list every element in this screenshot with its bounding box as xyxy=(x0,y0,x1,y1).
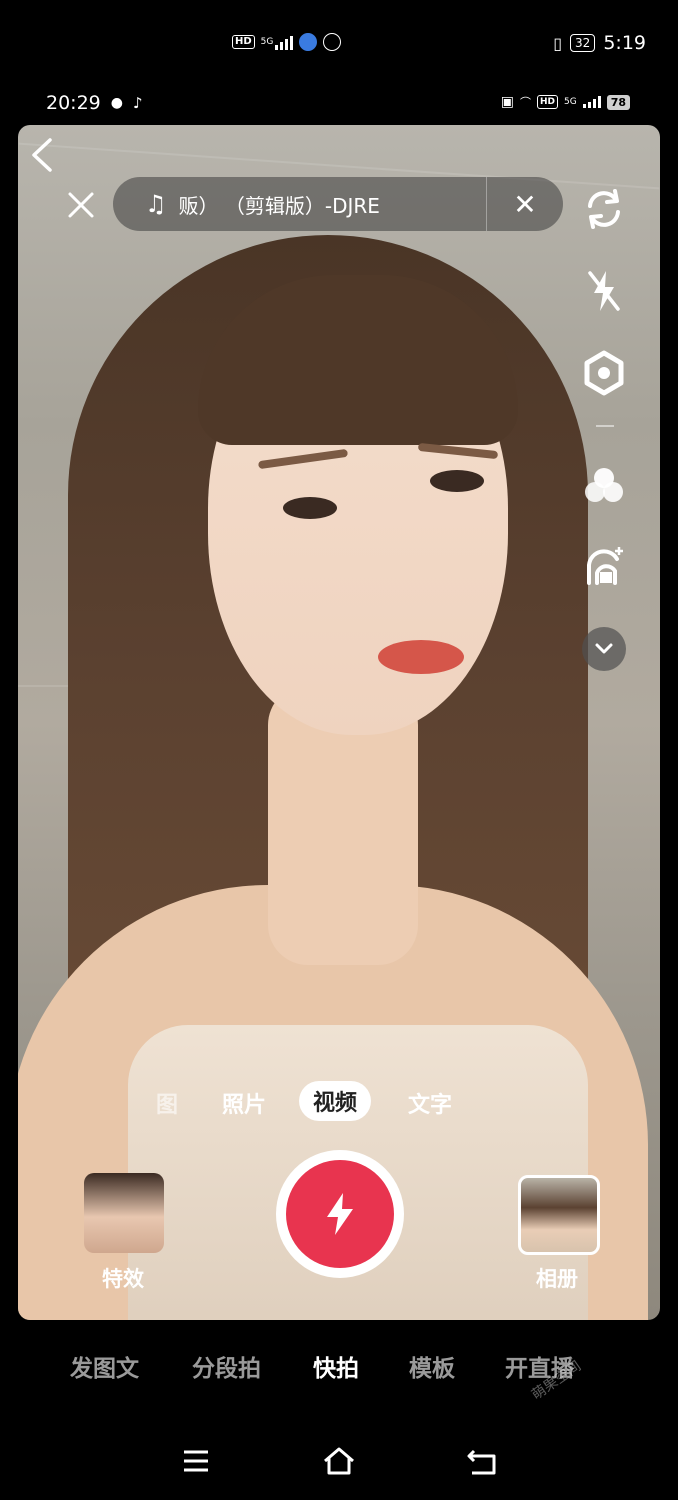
filter-button[interactable] xyxy=(578,460,630,512)
tab-item-active[interactable]: 快拍 xyxy=(313,1349,359,1383)
chat-icon: ● xyxy=(110,95,123,111)
flash-toggle-button[interactable] xyxy=(578,265,630,317)
mode-item-active[interactable]: 视频 xyxy=(299,1081,372,1121)
face-icon xyxy=(323,33,342,51)
music-selector[interactable]: ♫ 贩） （剪辑版）-DJRE ✕ xyxy=(113,177,563,231)
tab-item[interactable]: 模板 xyxy=(409,1349,455,1383)
inner-signal-icon xyxy=(582,96,601,108)
inner-hd-badge: HD xyxy=(536,95,558,109)
music-note-icon: ♫ xyxy=(145,190,167,218)
inner-status-left: 20:29 ● ♪ xyxy=(46,92,143,114)
outer-status-right-group: ▯ 32 5:19 xyxy=(553,32,646,54)
system-nav-bar xyxy=(0,1430,678,1490)
flash-off-icon xyxy=(588,271,620,311)
filter-icon xyxy=(585,468,623,502)
shutter-button[interactable] xyxy=(286,1160,394,1268)
mode-item[interactable]: 照片 xyxy=(222,1087,266,1119)
album-thumbnail[interactable] xyxy=(518,1175,600,1255)
back-nav-icon[interactable] xyxy=(466,1448,498,1476)
beauty-icon xyxy=(587,547,623,585)
network-label: 5G xyxy=(260,37,274,47)
more-tools-button[interactable] xyxy=(578,623,630,675)
inner-battery-indicator: 78 xyxy=(606,94,630,110)
music-title: 贩） （剪辑版）-DJRE xyxy=(178,193,380,218)
mode-item[interactable]: 图 xyxy=(156,1087,178,1119)
tool-divider xyxy=(596,425,614,427)
settings-icon xyxy=(584,350,624,396)
signal-icon xyxy=(275,34,294,50)
remove-music-button[interactable]: ✕ xyxy=(487,188,563,221)
outer-status-bar: HD 5G ▯ 32 5:19 xyxy=(0,0,678,80)
inner-status-right: ▣ ⌒ HD 5G 78 xyxy=(501,94,630,110)
beauty-button[interactable] xyxy=(578,540,630,592)
camera-preview[interactable]: ♫ 贩） （剪辑版）-DJRE ✕ 图 照片 视频 文字 特效 相册 xyxy=(18,125,660,1320)
app-notification-icon xyxy=(299,33,318,51)
flip-camera-button[interactable] xyxy=(578,183,630,235)
inner-clock: 20:29 xyxy=(46,92,101,114)
effects-label[interactable]: 特效 xyxy=(78,1263,168,1293)
hd-badge: HD xyxy=(232,35,255,49)
tiktok-icon: ♪ xyxy=(132,94,143,112)
battery-indicator: 32 xyxy=(570,34,596,52)
subject-eye-right xyxy=(430,470,484,492)
menu-icon[interactable] xyxy=(182,1448,210,1474)
flip-camera-icon xyxy=(588,189,620,229)
mode-strip: 图 照片 视频 文字 xyxy=(18,1081,660,1123)
wifi-icon: ⌒ xyxy=(519,96,531,109)
outer-status-left-group: HD 5G xyxy=(232,33,342,51)
back-icon[interactable] xyxy=(28,137,58,173)
subject-lips xyxy=(378,640,464,674)
settings-button[interactable] xyxy=(578,347,630,399)
mode-item[interactable]: 文字 xyxy=(408,1087,452,1119)
home-icon[interactable] xyxy=(322,1446,356,1476)
camera-notify-icon: ▣ xyxy=(500,94,514,110)
lightning-icon xyxy=(327,1193,353,1235)
clock: 5:19 xyxy=(603,32,646,54)
close-icon[interactable] xyxy=(66,190,96,220)
chevron-down-icon xyxy=(582,627,626,671)
vibrate-icon: ▯ xyxy=(553,33,563,53)
tab-item[interactable]: 发图文 xyxy=(70,1349,139,1383)
tab-item[interactable]: 分段拍 xyxy=(192,1349,261,1383)
subject-eye-left xyxy=(283,497,337,519)
inner-network-label: 5G xyxy=(563,97,577,107)
album-label[interactable]: 相册 xyxy=(512,1263,602,1293)
effects-thumbnail[interactable] xyxy=(84,1173,164,1253)
